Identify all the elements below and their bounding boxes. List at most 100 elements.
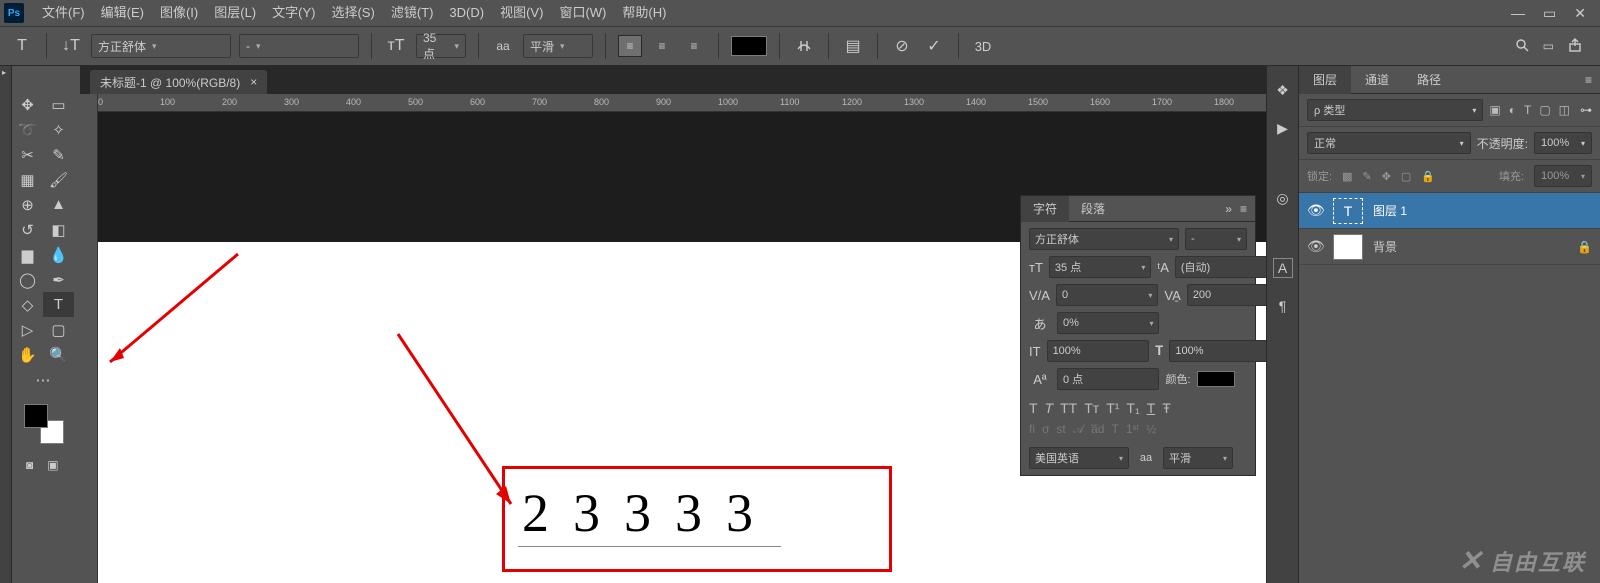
history-panel-icon[interactable]: ❖ xyxy=(1273,80,1293,100)
cp-tsume[interactable]: 0%▾ xyxy=(1057,312,1159,334)
align-center-button[interactable]: ≡ xyxy=(650,35,674,57)
collapse-panel-icon[interactable]: » xyxy=(1225,202,1232,216)
tab-paragraph[interactable]: 段落 xyxy=(1069,196,1117,222)
warp-text-icon[interactable] xyxy=(792,34,816,58)
cp-font-size[interactable]: 35 点▾ xyxy=(1049,256,1151,278)
menu-help[interactable]: 帮助(H) xyxy=(614,0,674,26)
menu-view[interactable]: 视图(V) xyxy=(492,0,551,26)
close-tab-icon[interactable]: × xyxy=(250,75,257,89)
frame-tool[interactable]: ▦ xyxy=(12,167,43,192)
ot-fi[interactable]: fi xyxy=(1029,422,1035,437)
menu-3d[interactable]: 3D(D) xyxy=(441,0,492,26)
visibility-eye-icon[interactable]: 👁 xyxy=(1307,238,1323,255)
edit-toolbar[interactable]: ⋯ xyxy=(12,367,74,392)
menu-filter[interactable]: 滤镜(T) xyxy=(383,0,442,26)
font-family-select[interactable]: 方正舒体 ▾ xyxy=(91,34,231,58)
cp-kerning[interactable]: 0▾ xyxy=(1056,284,1158,306)
menu-image[interactable]: 图像(I) xyxy=(152,0,206,26)
tab-paths[interactable]: 路径 xyxy=(1403,66,1455,94)
layer-kind-filter[interactable]: ρ 类型▾ xyxy=(1307,99,1483,121)
properties-panel-icon[interactable]: ◎ xyxy=(1273,188,1293,208)
eyedropper-tool[interactable]: ✎ xyxy=(43,142,74,167)
window-maximize-icon[interactable]: ▭ xyxy=(1543,5,1556,22)
antialias-select[interactable]: 平滑 ▾ xyxy=(523,34,593,58)
crop-tool[interactable]: ✂ xyxy=(12,142,43,167)
ot-ordinal[interactable]: T xyxy=(1111,422,1118,437)
ot-first[interactable]: 1ˢᵗ xyxy=(1126,422,1139,437)
paragraph-panel-shortcut-icon[interactable]: ¶ xyxy=(1273,296,1293,316)
move-tool[interactable]: ✥ xyxy=(12,92,43,117)
brush-tool[interactable]: 🖌 xyxy=(43,167,74,192)
superscript[interactable]: T¹ xyxy=(1106,400,1119,416)
ot-titling[interactable]: a̅d xyxy=(1091,422,1104,437)
layer-row[interactable]: 👁 T 图层 1 xyxy=(1299,193,1600,229)
zoom-tool[interactable]: 🔍 xyxy=(43,342,74,367)
workspace-icon[interactable]: ▭ xyxy=(1543,39,1554,53)
quick-mask-icon[interactable]: ◙ xyxy=(26,458,33,472)
layer-name[interactable]: 图层 1 xyxy=(1373,202,1407,219)
character-panel[interactable]: 字符 段落 » ≡ 方正舒体▾ -▾ тT 35 点▾ ᵗA (自动)▾ V/A… xyxy=(1020,195,1256,476)
panel-menu-icon[interactable]: ≡ xyxy=(1577,73,1600,87)
character-panel-icon[interactable]: ▤ xyxy=(841,34,865,58)
fill-input[interactable]: 100%▾ xyxy=(1534,165,1592,187)
lock-position-icon[interactable]: ✥ xyxy=(1382,170,1391,183)
lock-transparency-icon[interactable]: ▩ xyxy=(1342,170,1352,183)
cp-color-swatch[interactable] xyxy=(1197,371,1235,387)
menu-type[interactable]: 文字(Y) xyxy=(264,0,323,26)
filter-type-icon[interactable]: T xyxy=(1524,103,1531,117)
fg-color-swatch[interactable] xyxy=(24,404,48,428)
ot-st[interactable]: st xyxy=(1056,422,1065,437)
menu-select[interactable]: 选择(S) xyxy=(323,0,382,26)
filter-toggle[interactable]: ⊶ xyxy=(1580,103,1592,117)
healing-brush-tool[interactable]: ⊕ xyxy=(12,192,43,217)
opacity-input[interactable]: 100%▾ xyxy=(1534,132,1592,154)
filter-shape-icon[interactable]: ▢ xyxy=(1539,103,1550,117)
visibility-eye-icon[interactable]: 👁 xyxy=(1307,202,1323,219)
tab-layers[interactable]: 图层 xyxy=(1299,66,1351,94)
tab-character[interactable]: 字符 xyxy=(1021,196,1069,222)
menu-edit[interactable]: 编辑(E) xyxy=(93,0,152,26)
pen-tool[interactable]: ✒ xyxy=(43,267,74,292)
window-minimize-icon[interactable]: — xyxy=(1511,5,1525,22)
all-caps[interactable]: TT xyxy=(1060,400,1077,416)
panel-menu-icon[interactable]: ≡ xyxy=(1240,202,1247,216)
layer-thumbnail[interactable] xyxy=(1333,234,1363,260)
cp-leading[interactable]: (自动)▾ xyxy=(1175,256,1277,278)
lock-icon[interactable]: 🔒 xyxy=(1577,240,1592,254)
blend-mode-select[interactable]: 正常▾ xyxy=(1307,132,1471,154)
direct-select-tool[interactable]: ▷ xyxy=(12,317,43,342)
align-right-button[interactable]: ≡ xyxy=(682,35,706,57)
filter-smart-icon[interactable]: ◫ xyxy=(1559,103,1570,117)
character-panel-shortcut-icon[interactable]: A xyxy=(1273,258,1293,278)
cancel-icon[interactable]: ⊘ xyxy=(890,34,914,58)
magic-wand-tool[interactable]: ✧ xyxy=(43,117,74,142)
cp-antialias[interactable]: 平滑▾ xyxy=(1163,447,1233,469)
subscript[interactable]: T₁ xyxy=(1126,400,1139,416)
hand-tool[interactable]: ✋ xyxy=(12,342,43,367)
faux-italic[interactable]: T xyxy=(1045,400,1054,416)
menu-file[interactable]: 文件(F) xyxy=(34,0,93,26)
share-icon[interactable] xyxy=(1568,38,1582,55)
lasso-tool[interactable]: ➰ xyxy=(12,117,43,142)
filter-pixel-icon[interactable]: ▣ xyxy=(1489,103,1500,117)
ot-swash[interactable]: 𝒜 xyxy=(1073,422,1084,437)
cp-hscale[interactable]: 100% xyxy=(1169,340,1271,362)
font-size-select[interactable]: 35 点 ▾ xyxy=(416,34,466,58)
search-icon[interactable] xyxy=(1515,38,1529,55)
3d-button[interactable]: 3D xyxy=(971,34,995,58)
cp-language[interactable]: 美国英语▾ xyxy=(1029,447,1129,469)
dodge-tool[interactable]: ◯ xyxy=(12,267,43,292)
underline[interactable]: T xyxy=(1147,400,1156,416)
eraser-tool[interactable]: ◧ xyxy=(43,217,74,242)
fg-bg-colors[interactable] xyxy=(24,404,64,444)
ot-fraction[interactable]: ½ xyxy=(1146,422,1156,437)
menu-window[interactable]: 窗口(W) xyxy=(551,0,614,26)
gradient-tool[interactable]: ▆ xyxy=(12,242,43,267)
history-brush-tool[interactable]: ↺ xyxy=(12,217,43,242)
marquee-tool[interactable]: ▭ xyxy=(43,92,74,117)
screen-mode-icon[interactable]: ▣ xyxy=(47,458,58,472)
shape-tool[interactable]: ▢ xyxy=(43,317,74,342)
path-tool[interactable]: ◇ xyxy=(12,292,43,317)
actions-panel-icon[interactable]: ▶ xyxy=(1273,118,1293,138)
faux-bold[interactable]: T xyxy=(1029,400,1038,416)
